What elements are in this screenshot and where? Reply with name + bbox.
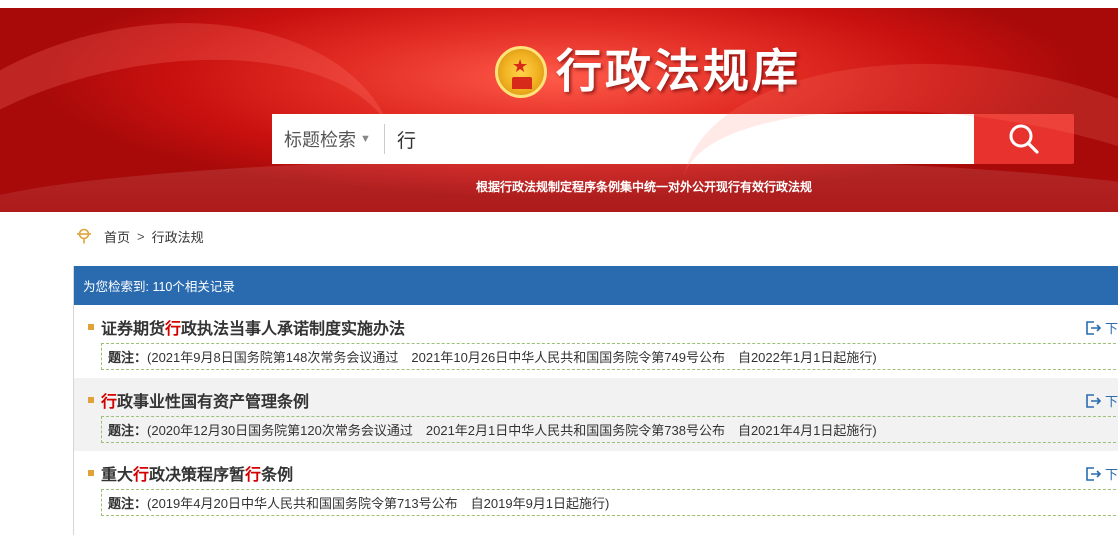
download-button[interactable]: 下: [1085, 318, 1118, 337]
title-text: 条例: [261, 467, 294, 484]
note-text: (2021年9月8日国务院第148次常务会议通过 2021年10月26日中华人民…: [147, 350, 877, 365]
breadcrumb: 首页 > 行政法规: [76, 226, 204, 246]
note-label: 题注：: [108, 350, 148, 365]
header-banner: ★ 行政法规库 标题检索 ▼ 根据行政法规制定程序条例集中统一对外公开现行有效行…: [0, 8, 1118, 212]
search-type-label: 标题检索: [284, 130, 356, 150]
export-icon: [1086, 320, 1101, 335]
result-note: 题注： (2019年4月20日中华人民共和国国务院令第713号公布 自2019年…: [101, 489, 1118, 516]
title-highlight: 行: [165, 321, 182, 338]
note-label: 题注：: [108, 496, 148, 511]
location-icon: [77, 228, 91, 244]
result-note: 题注： (2021年9月8日国务院第148次常务会议通过 2021年10月26日…: [101, 343, 1118, 370]
site-title: 行政法规库: [556, 44, 801, 98]
search-icon: [1009, 124, 1039, 154]
title-text: 政执法当事人承诺制度实施办法: [181, 321, 406, 338]
note-label: 题注：: [108, 423, 148, 438]
note-text: (2020年12月30日国务院第120次常务会议通过 2021年2月1日中华人民…: [147, 423, 877, 438]
gate-icon: [512, 77, 532, 89]
download-label: 下: [1105, 321, 1118, 336]
search-bar: 标题检索 ▼: [272, 114, 974, 164]
bullet-icon: [88, 470, 94, 476]
breadcrumb-current-link[interactable]: 行政法规: [152, 227, 204, 246]
result-title-row: 证券期货行政执法当事人承诺制度实施办法 下: [88, 315, 1118, 339]
results-panel: 为您检索到: 110个相关记录 证券期货行政执法当事人承诺制度实施办法 下 题注…: [73, 266, 1118, 535]
national-emblem-icon: ★: [495, 46, 547, 98]
title-highlight: 行: [245, 467, 262, 484]
search-type-dropdown[interactable]: 标题检索 ▼: [272, 114, 384, 164]
download-button[interactable]: 下: [1085, 391, 1118, 410]
result-title-link[interactable]: 证券期货行政执法当事人承诺制度实施办法: [101, 315, 405, 339]
result-item: 证券期货行政执法当事人承诺制度实施办法 下 题注： (2021年9月8日国务院第…: [74, 305, 1118, 378]
breadcrumb-home-link[interactable]: 首页: [104, 227, 130, 246]
result-title-row: 重大行政决策程序暂行条例 下: [88, 461, 1118, 485]
result-title-link[interactable]: 行政事业性国有资产管理条例: [101, 388, 309, 412]
title-text: 政决策程序暂: [149, 467, 246, 484]
download-button[interactable]: 下: [1085, 464, 1118, 483]
download-label: 下: [1105, 467, 1118, 482]
site-slogan: 根据行政法规制定程序条例集中统一对外公开现行有效行政法规: [476, 180, 813, 194]
search-input[interactable]: [385, 114, 974, 164]
result-item: 重大行政决策程序暂行条例 下 题注： (2019年4月20日中华人民共和国国务院…: [74, 451, 1118, 524]
bullet-icon: [88, 324, 94, 330]
caret-down-icon: ▼: [360, 133, 371, 145]
bullet-icon: [88, 397, 94, 403]
note-text: (2019年4月20日中华人民共和国国务院令第713号公布 自2019年9月1日…: [147, 496, 610, 511]
results-summary: 为您检索到: 110个相关记录: [74, 266, 1118, 305]
breadcrumb-separator: >: [137, 228, 145, 244]
download-label: 下: [1105, 394, 1118, 409]
title-text: 证券期货: [101, 321, 166, 338]
export-icon: [1086, 466, 1101, 481]
result-title-link[interactable]: 重大行政决策程序暂行条例: [101, 461, 293, 485]
search-button[interactable]: [974, 114, 1074, 164]
title-highlight: 行: [101, 394, 118, 411]
title-highlight: 行: [133, 467, 150, 484]
result-note: 题注： (2020年12月30日国务院第120次常务会议通过 2021年2月1日…: [101, 416, 1118, 443]
title-text: 政事业性国有资产管理条例: [117, 394, 310, 411]
export-icon: [1086, 393, 1101, 408]
star-icon: ★: [512, 56, 529, 77]
result-title-row: 行政事业性国有资产管理条例 下: [88, 388, 1118, 412]
result-item: 行政事业性国有资产管理条例 下 题注： (2020年12月30日国务院第120次…: [74, 378, 1118, 451]
title-text: 重大: [101, 467, 134, 484]
